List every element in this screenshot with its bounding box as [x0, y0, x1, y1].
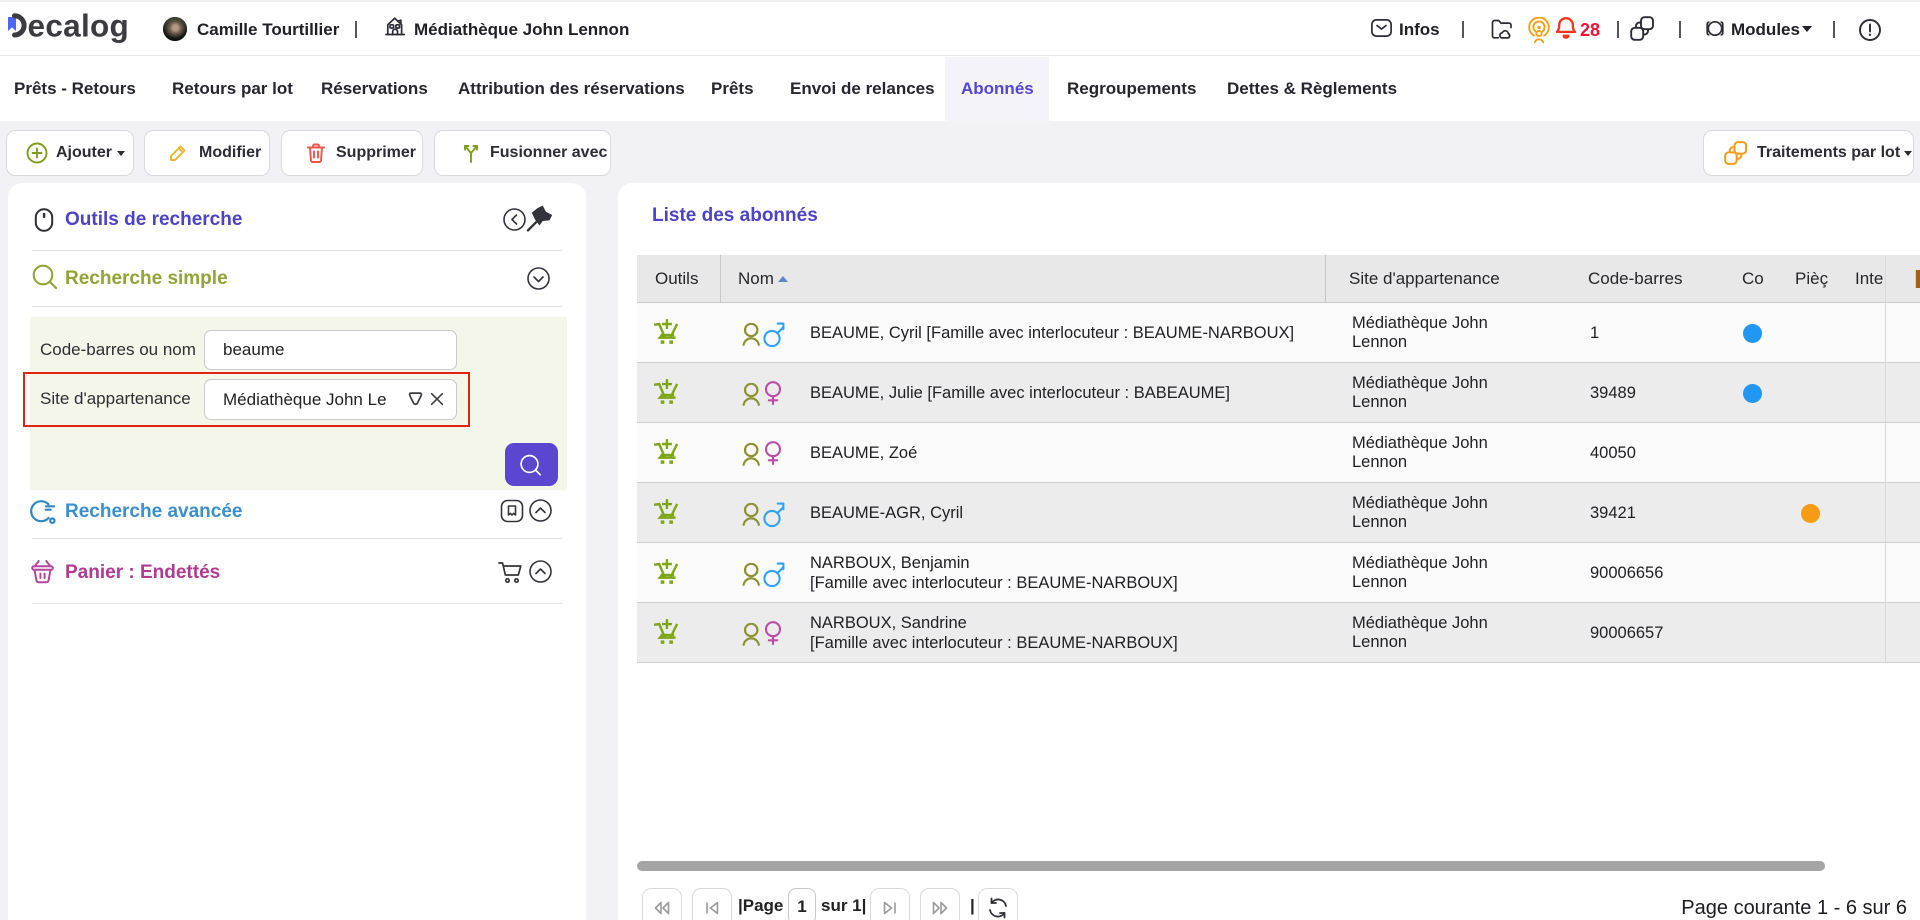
svg-text:ecalog: ecalog: [28, 8, 130, 44]
